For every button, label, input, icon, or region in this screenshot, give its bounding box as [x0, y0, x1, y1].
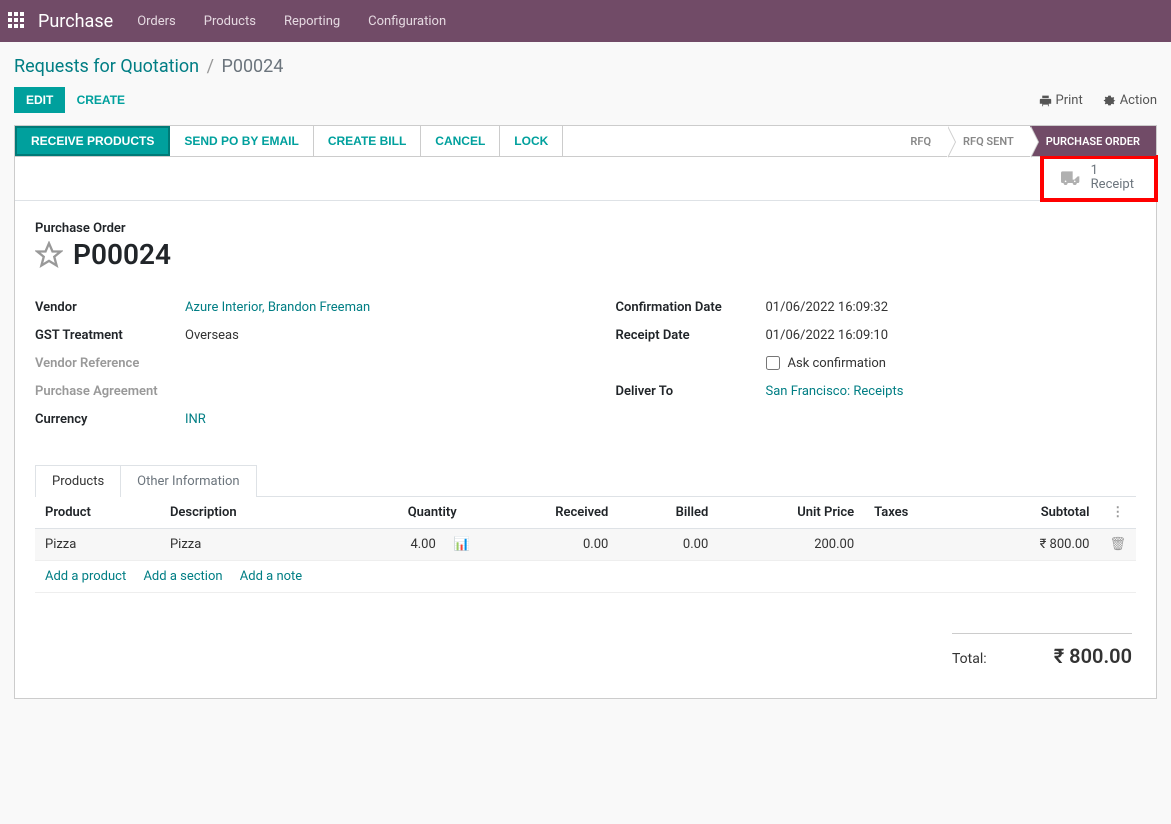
table-row: Pizza Pizza 4.00 📊 0.00 0.00 200.00 ₹ 80…	[35, 529, 1136, 561]
stage-rfq-sent[interactable]: RFQ SENT	[947, 126, 1030, 156]
app-name[interactable]: Purchase	[38, 11, 113, 32]
menu-products[interactable]: Products	[204, 14, 256, 29]
receipt-count: 1	[1091, 164, 1134, 178]
cell-received: 0.00	[480, 529, 619, 561]
confirmation-value: 01/06/2022 16:09:32	[766, 300, 889, 315]
tab-products[interactable]: Products	[35, 465, 121, 497]
menu-reporting[interactable]: Reporting	[284, 14, 340, 29]
purchase-agreement-label: Purchase Agreement	[35, 384, 185, 399]
tab-other-info[interactable]: Other Information	[121, 465, 256, 497]
trash-icon[interactable]: 🗑	[1109, 537, 1126, 552]
cell-description[interactable]: Pizza	[160, 529, 324, 561]
forecast-icon[interactable]: 📊	[444, 537, 470, 552]
stage-rfq[interactable]: RFQ	[894, 126, 947, 156]
doc-type-label: Purchase Order	[35, 221, 1136, 236]
statusbar: RECEIVE PRODUCTS SEND PO BY EMAIL CREATE…	[14, 125, 1157, 157]
star-icon[interactable]	[35, 241, 63, 269]
gear-icon	[1103, 94, 1116, 107]
add-section-link[interactable]: Add a section	[143, 569, 222, 584]
vendor-label: Vendor	[35, 300, 185, 315]
cell-quantity[interactable]: 4.00	[410, 537, 435, 552]
vendor-ref-label: Vendor Reference	[35, 356, 185, 371]
cell-billed: 0.00	[618, 529, 718, 561]
col-billed[interactable]: Billed	[618, 497, 718, 529]
col-unit-price[interactable]: Unit Price	[718, 497, 864, 529]
gst-label: GST Treatment	[35, 328, 185, 343]
top-bar: Purchase Orders Products Reporting Confi…	[0, 0, 1171, 42]
ask-confirmation-label: Ask confirmation	[788, 356, 887, 371]
gst-value: Overseas	[185, 328, 239, 343]
apps-icon[interactable]	[8, 12, 26, 30]
currency-link[interactable]: INR	[185, 412, 206, 427]
breadcrumb-parent[interactable]: Requests for Quotation	[14, 56, 199, 77]
form-sheet: 1 Receipt Purchase Order P00024 VendorAz…	[14, 156, 1157, 699]
breadcrumb-current: P00024	[221, 56, 283, 77]
deliver-to-link[interactable]: San Francisco: Receipts	[766, 384, 904, 399]
total-value: ₹ 800.00	[1054, 644, 1132, 668]
confirmation-label: Confirmation Date	[616, 300, 766, 315]
receipt-date-label: Receipt Date	[616, 328, 766, 343]
lock-button[interactable]: LOCK	[500, 126, 563, 156]
col-subtotal[interactable]: Subtotal	[967, 497, 1100, 529]
print-icon	[1039, 94, 1052, 107]
print-button[interactable]: Print	[1039, 93, 1083, 108]
receipt-label: Receipt	[1091, 178, 1134, 192]
col-taxes[interactable]: Taxes	[864, 497, 967, 529]
doc-title: P00024	[73, 238, 171, 271]
create-button[interactable]: CREATE	[77, 93, 125, 107]
menu-configuration[interactable]: Configuration	[368, 14, 446, 29]
col-description[interactable]: Description	[160, 497, 324, 529]
deliver-to-label: Deliver To	[616, 384, 766, 399]
add-note-link[interactable]: Add a note	[240, 569, 302, 584]
ask-confirmation-checkbox[interactable]	[766, 356, 780, 370]
add-line-row: Add a product Add a section Add a note	[35, 561, 1136, 593]
create-bill-button[interactable]: CREATE BILL	[314, 126, 421, 156]
kebab-icon[interactable]: ⋮	[1111, 505, 1124, 520]
stage-purchase-order[interactable]: PURCHASE ORDER	[1030, 126, 1156, 156]
truck-icon	[1061, 171, 1081, 185]
col-quantity: Quantity	[324, 497, 479, 529]
col-product[interactable]: Product	[35, 497, 160, 529]
action-button[interactable]: Action	[1103, 93, 1157, 108]
add-product-link[interactable]: Add a product	[45, 569, 126, 584]
receipt-date-value: 01/06/2022 16:09:10	[766, 328, 889, 343]
cell-unit-price[interactable]: 200.00	[718, 529, 864, 561]
cancel-button[interactable]: CANCEL	[421, 126, 500, 156]
vendor-link[interactable]: Azure Interior, Brandon Freeman	[185, 300, 370, 315]
product-table: Product Description Quantity Received Bi…	[35, 497, 1136, 593]
currency-label: Currency	[35, 412, 185, 427]
cell-taxes[interactable]	[864, 529, 967, 561]
receive-products-button[interactable]: RECEIVE PRODUCTS	[15, 126, 170, 156]
edit-button[interactable]: EDIT	[14, 87, 65, 113]
receipt-stat-button[interactable]: 1 Receipt	[1042, 157, 1156, 200]
cell-subtotal: ₹ 800.00	[967, 529, 1100, 561]
col-received[interactable]: Received	[480, 497, 619, 529]
menu-orders[interactable]: Orders	[137, 14, 176, 29]
cell-product[interactable]: Pizza	[35, 529, 160, 561]
breadcrumb: Requests for Quotation / P00024	[14, 56, 1157, 77]
total-label: Total:	[952, 651, 987, 667]
send-po-button[interactable]: SEND PO BY EMAIL	[170, 126, 313, 156]
